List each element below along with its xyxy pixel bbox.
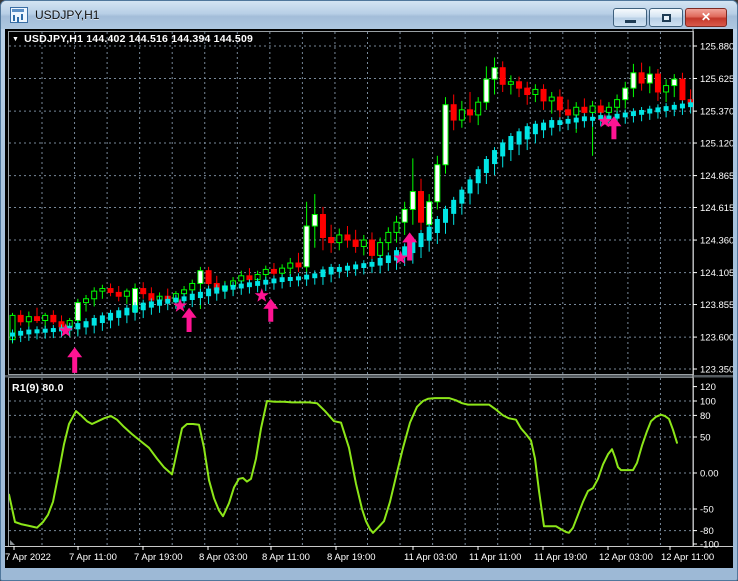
chevron-down-icon[interactable]: ▼ xyxy=(12,36,19,43)
svg-text:7 Apr 2022: 7 Apr 2022 xyxy=(5,552,51,563)
svg-text:125.625: 125.625 xyxy=(700,74,733,85)
svg-text:0.00: 0.00 xyxy=(700,469,719,480)
svg-text:123.600: 123.600 xyxy=(700,333,733,344)
close-icon: ✕ xyxy=(700,10,712,24)
svg-text:7 Apr 19:00: 7 Apr 19:00 xyxy=(134,552,183,563)
svg-text:11 Apr 03:00: 11 Apr 03:00 xyxy=(404,552,457,563)
svg-text:123.350: 123.350 xyxy=(700,365,733,376)
chart-header: ▼ USDJPY,H1 144.402 144.516 144.394 144.… xyxy=(12,33,253,45)
svg-text:124.615: 124.615 xyxy=(700,203,733,214)
restore-button[interactable] xyxy=(649,8,683,27)
minimize-icon xyxy=(625,20,636,23)
svg-text:8 Apr 11:00: 8 Apr 11:00 xyxy=(262,552,310,563)
chart-client-area: 125.880 125.625 125.370 125.120 124.865 124.6… xyxy=(5,29,734,568)
svg-text:7 Apr 11:00: 7 Apr 11:00 xyxy=(69,552,117,563)
svg-text:11 Apr 11:00: 11 Apr 11:00 xyxy=(469,552,521,563)
svg-text:-50: -50 xyxy=(700,505,714,516)
svg-text:12 Apr 11:00: 12 Apr 11:00 xyxy=(661,552,714,563)
svg-text:8 Apr 03:00: 8 Apr 03:00 xyxy=(199,552,248,563)
svg-text:125.370: 125.370 xyxy=(700,107,733,118)
minimize-button[interactable] xyxy=(613,8,647,27)
svg-text:125.880: 125.880 xyxy=(700,42,733,53)
svg-text:124.865: 124.865 xyxy=(700,171,733,182)
chart-app-icon xyxy=(10,7,28,23)
svg-text:-100: -100 xyxy=(700,540,719,551)
svg-text:12 Apr 03:00: 12 Apr 03:00 xyxy=(599,552,653,563)
chart-header-text: USDJPY,H1 144.402 144.516 144.394 144.50… xyxy=(24,33,254,45)
window-controls: ✕ xyxy=(613,8,727,27)
subwindow-separator xyxy=(5,375,733,378)
price-chart-canvas[interactable]: 125.880 125.625 125.370 125.120 124.865 124.6… xyxy=(5,29,734,568)
indicator-label-text: R1(9) 80.0 xyxy=(12,382,64,394)
svg-text:100: 100 xyxy=(700,397,716,408)
window-titlebar[interactable]: USDJPY,H1 ✕ xyxy=(1,1,737,29)
svg-text:124.360: 124.360 xyxy=(700,236,733,247)
mt4-chart-window: USDJPY,H1 ✕ 125.880 125.625 125.370 125.120… xyxy=(0,0,738,581)
close-button[interactable]: ✕ xyxy=(685,8,727,27)
svg-text:123.855: 123.855 xyxy=(700,300,733,311)
indicator-label: R1(9) 80.0 xyxy=(12,382,64,394)
chart-background xyxy=(5,29,733,568)
svg-text:50: 50 xyxy=(700,433,711,444)
window-title: USDJPY,H1 xyxy=(35,8,100,22)
svg-text:125.120: 125.120 xyxy=(700,139,733,150)
svg-text:120: 120 xyxy=(700,382,716,393)
svg-text:124.105: 124.105 xyxy=(700,268,733,279)
svg-text:8 Apr 19:00: 8 Apr 19:00 xyxy=(327,552,376,563)
svg-text:-80: -80 xyxy=(700,526,714,537)
svg-text:80: 80 xyxy=(700,411,711,422)
restore-icon xyxy=(662,14,671,22)
svg-text:11 Apr 19:00: 11 Apr 19:00 xyxy=(534,552,587,563)
